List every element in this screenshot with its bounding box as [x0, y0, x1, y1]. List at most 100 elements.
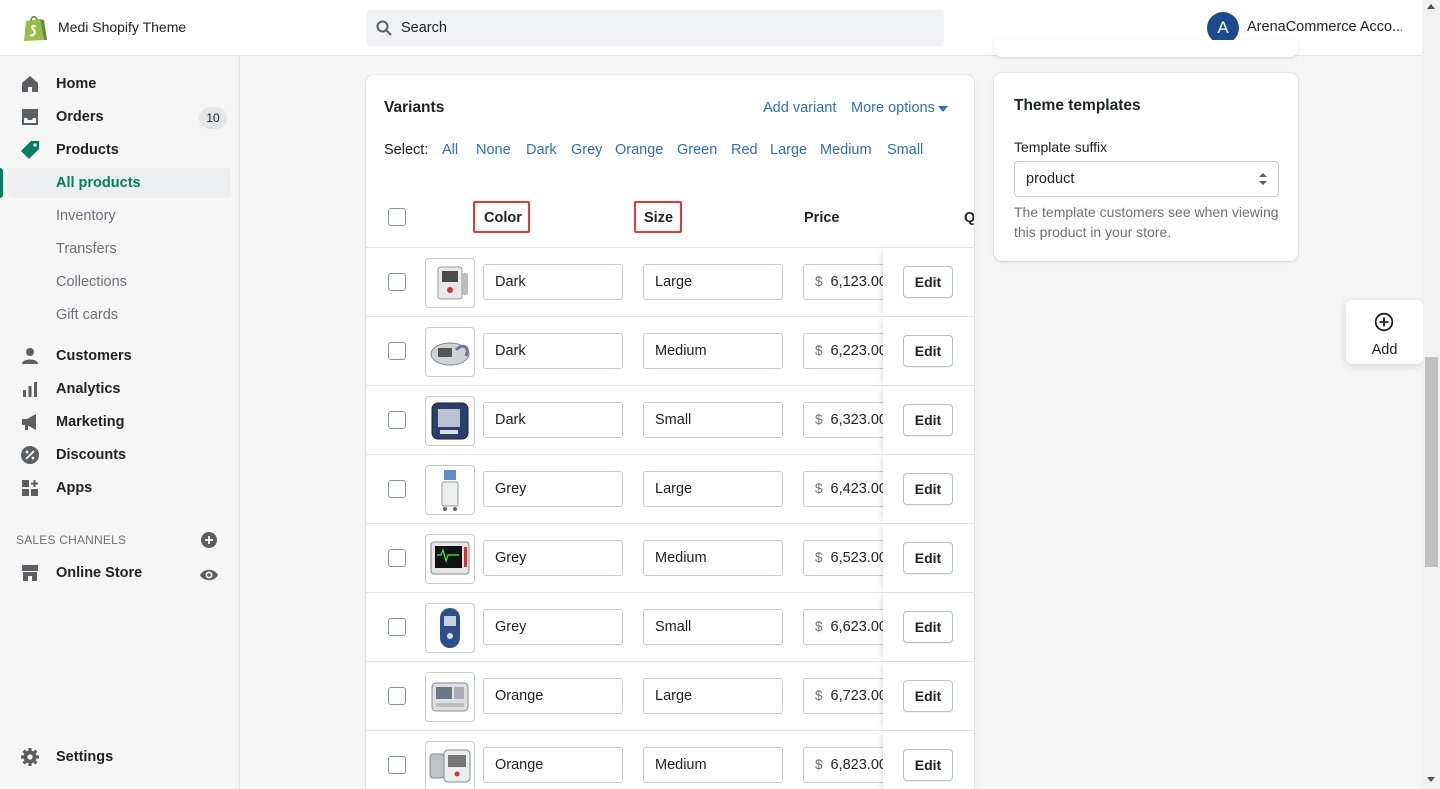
sidebar-item-all-products[interactable]: All products — [0, 168, 240, 200]
color-field[interactable]: Dark — [483, 264, 623, 300]
sidebar-item-settings[interactable]: Settings — [0, 741, 240, 773]
variant-row: Orange Large $6,723.00 Edit — [366, 662, 974, 731]
account-name[interactable]: ArenaCommerce Acco... — [1247, 19, 1402, 35]
eye-icon[interactable] — [199, 566, 219, 584]
sidebar-item-collections[interactable]: Collections — [0, 266, 240, 298]
variant-checkbox[interactable] — [388, 756, 406, 774]
size-field[interactable]: Large — [643, 678, 783, 714]
sidebar-item-discounts[interactable]: Discounts — [0, 439, 240, 471]
sidebar-item-label: Marketing — [56, 414, 125, 430]
size-field[interactable]: Medium — [643, 333, 783, 369]
sidebar-item-marketing[interactable]: Marketing — [0, 406, 240, 438]
sidebar-item-inventory[interactable]: Inventory — [0, 200, 240, 232]
apps-icon — [22, 480, 38, 496]
variant-image[interactable] — [425, 741, 475, 789]
price-value: 6,123.00 — [830, 274, 887, 290]
currency-symbol: $ — [815, 343, 823, 358]
color-field[interactable]: Grey — [483, 609, 623, 645]
sidebar-item-transfers[interactable]: Transfers — [0, 233, 240, 265]
select-large-link[interactable]: Large — [770, 142, 807, 158]
sidebar-item-apps[interactable]: Apps — [0, 472, 240, 504]
color-field[interactable]: Orange — [483, 747, 623, 783]
size-field[interactable]: Large — [643, 471, 783, 507]
currency-symbol: $ — [815, 550, 823, 565]
sidebar-item-label: Transfers — [56, 241, 117, 257]
sidebar-item-customers[interactable]: Customers — [0, 340, 240, 372]
sidebar-item-products[interactable]: Products — [0, 134, 240, 166]
scroll-thumb[interactable] — [1425, 357, 1438, 567]
select-label: Select: — [384, 142, 429, 158]
template-suffix-label: Template suffix — [1014, 139, 1108, 155]
caret-down-icon[interactable] — [938, 106, 948, 112]
variant-checkbox[interactable] — [388, 480, 406, 498]
store-name[interactable]: Medi Shopify Theme — [58, 19, 186, 35]
variant-image[interactable] — [425, 258, 475, 308]
color-field[interactable]: Grey — [483, 471, 623, 507]
sidebar-item-gift-cards[interactable]: Gift cards — [0, 299, 240, 331]
floating-add-button[interactable]: Add — [1346, 300, 1423, 364]
page-scrollbar[interactable] — [1423, 0, 1440, 789]
select-small-link[interactable]: Small — [887, 142, 923, 158]
template-help-text: The template customers see when viewing … — [1014, 204, 1279, 240]
variant-checkbox[interactable] — [388, 273, 406, 291]
edit-button[interactable]: Edit — [903, 749, 953, 781]
variant-image[interactable] — [425, 327, 475, 377]
color-field[interactable]: Dark — [483, 402, 623, 438]
color-field[interactable]: Dark — [483, 333, 623, 369]
add-variant-link[interactable]: Add variant — [763, 100, 836, 116]
select-medium-link[interactable]: Medium — [820, 142, 872, 158]
edit-button[interactable]: Edit — [903, 266, 953, 298]
variant-checkbox[interactable] — [388, 411, 406, 429]
edit-button[interactable]: Edit — [903, 335, 953, 367]
more-options-link[interactable]: More options — [851, 100, 935, 116]
edit-button[interactable]: Edit — [903, 542, 953, 574]
sidebar-item-orders[interactable]: Orders 10 — [0, 101, 240, 133]
select-red-link[interactable]: Red — [731, 142, 758, 158]
variant-image[interactable] — [425, 465, 475, 515]
select-all-checkbox[interactable] — [388, 208, 406, 226]
sidebar-item-analytics[interactable]: Analytics — [0, 373, 240, 405]
price-value: 6,723.00 — [830, 688, 887, 704]
variant-image[interactable] — [425, 534, 475, 584]
edit-column: Edit — [883, 662, 974, 730]
price-value: 6,323.00 — [830, 412, 887, 428]
edit-button[interactable]: Edit — [903, 680, 953, 712]
scroll-down-arrow[interactable] — [1427, 777, 1435, 782]
size-field[interactable]: Small — [643, 402, 783, 438]
template-suffix-select[interactable]: product — [1014, 161, 1279, 197]
search-bar[interactable]: Search — [366, 10, 944, 46]
size-field[interactable]: Large — [643, 264, 783, 300]
select-all-link[interactable]: All — [442, 142, 458, 158]
variant-checkbox[interactable] — [388, 342, 406, 360]
sidebar-item-label: Settings — [56, 749, 114, 765]
variant-checkbox[interactable] — [388, 618, 406, 636]
megaphone-icon — [22, 414, 36, 430]
search-input[interactable]: Search — [401, 20, 447, 36]
select-orange-link[interactable]: Orange — [615, 142, 663, 158]
size-field[interactable]: Small — [643, 609, 783, 645]
add-channel-icon[interactable] — [200, 531, 218, 549]
edit-button[interactable]: Edit — [903, 611, 953, 643]
variant-checkbox[interactable] — [388, 549, 406, 567]
color-field[interactable]: Grey — [483, 540, 623, 576]
select-green-link[interactable]: Green — [677, 142, 717, 158]
variant-image[interactable] — [425, 603, 475, 653]
scroll-up-arrow[interactable] — [1427, 4, 1435, 9]
select-grey-link[interactable]: Grey — [571, 142, 602, 158]
size-field[interactable]: Medium — [643, 540, 783, 576]
color-field[interactable]: Orange — [483, 678, 623, 714]
select-dark-link[interactable]: Dark — [526, 142, 557, 158]
variant-image[interactable] — [425, 672, 475, 722]
variant-image[interactable] — [425, 396, 475, 446]
variant-row: Dark Medium $6,223.00 Edit — [366, 317, 974, 386]
edit-button[interactable]: Edit — [903, 404, 953, 436]
select-none-link[interactable]: None — [476, 142, 511, 158]
variant-checkbox[interactable] — [388, 687, 406, 705]
size-field[interactable]: Medium — [643, 747, 783, 783]
sidebar-item-home[interactable]: Home — [0, 68, 240, 100]
quantity-column-header: Q — [964, 210, 974, 226]
select-arrows-icon — [1259, 173, 1267, 185]
sidebar-item-label: Home — [56, 76, 97, 92]
sidebar-item-label: Collections — [56, 274, 127, 290]
edit-button[interactable]: Edit — [903, 473, 953, 505]
